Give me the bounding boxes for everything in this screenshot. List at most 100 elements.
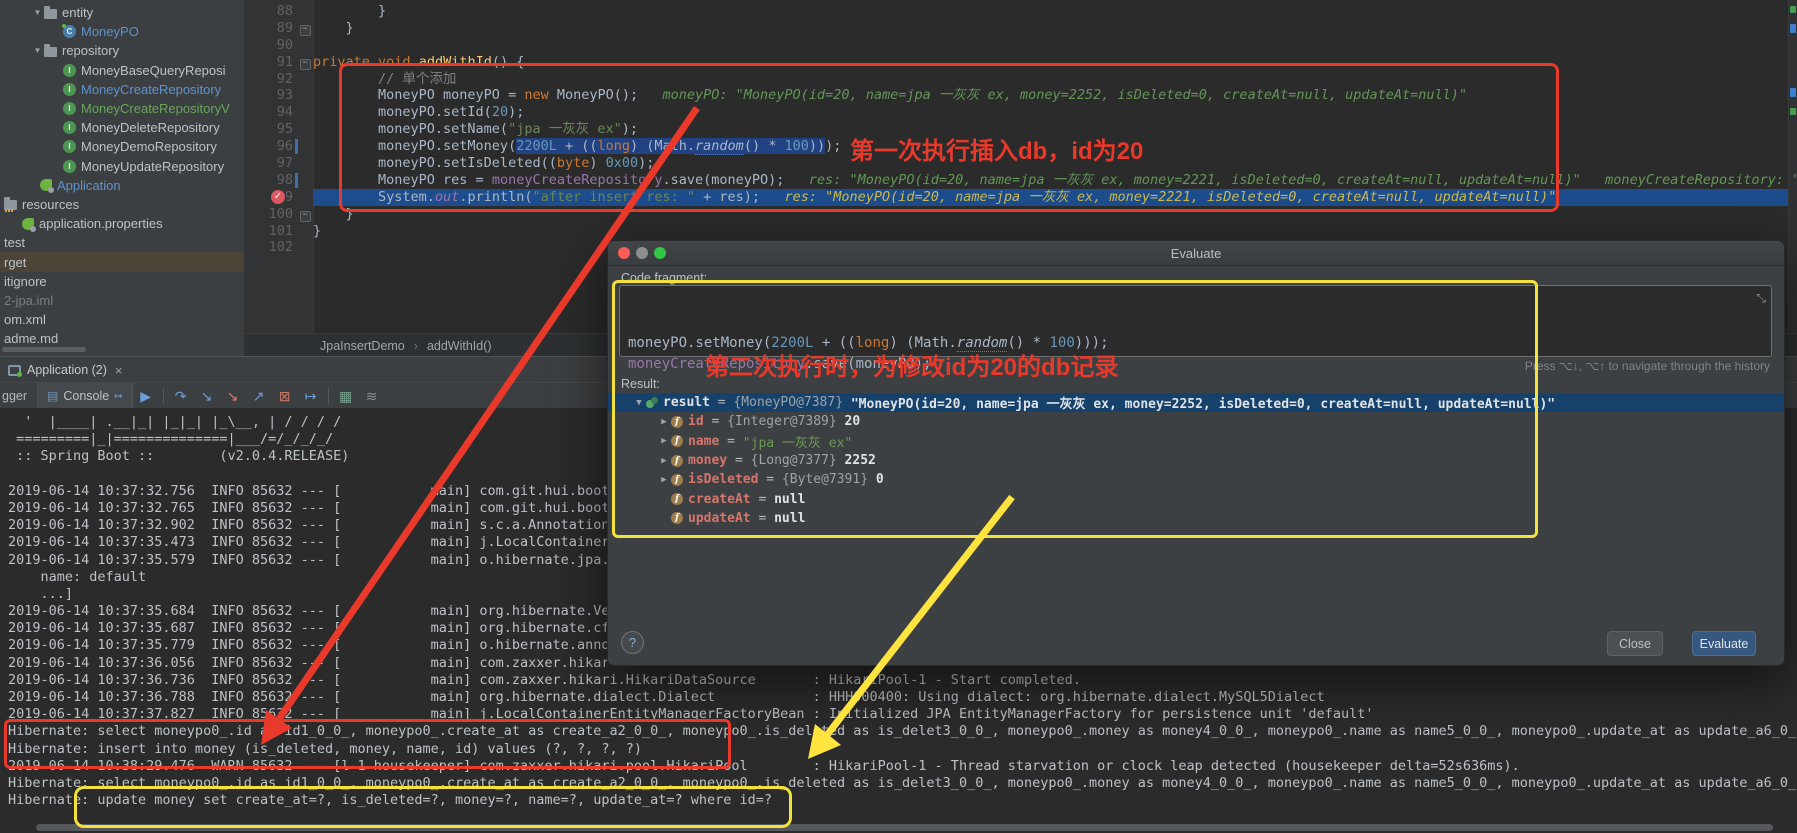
code-line-91[interactable]: 91−private void addWithId() { bbox=[245, 54, 1797, 71]
minimize-window-icon[interactable] bbox=[636, 247, 648, 259]
code-line-94[interactable]: 94 moneyPO.setId(20); bbox=[245, 104, 1797, 121]
step-over-icon[interactable]: ↷ bbox=[168, 388, 194, 405]
code-line-90[interactable]: 90 bbox=[245, 37, 1797, 54]
tree-item-moneybasequeryreposi[interactable]: IMoneyBaseQueryReposi bbox=[0, 61, 244, 80]
evaluate-button[interactable]: Evaluate bbox=[1692, 631, 1756, 656]
code-line-96[interactable]: 96 moneyPO.setMoney(2200L + ((long) (Mat… bbox=[245, 138, 1797, 155]
fold-icon[interactable]: − bbox=[300, 59, 311, 70]
project-tree-hscrollbar[interactable] bbox=[2, 347, 86, 352]
tree-item-om-xml[interactable]: om.xml bbox=[0, 310, 244, 329]
tab-debugger-partial[interactable]: gger bbox=[0, 389, 37, 403]
result-tree[interactable]: ▼result = {MoneyPO@7387} "MoneyPO(id=20,… bbox=[608, 393, 1784, 528]
dialog-titlebar: Evaluate bbox=[608, 241, 1784, 266]
project-tree-panel[interactable]: ▼entityCMoneyPO▼repositoryIMoneyBaseQuer… bbox=[0, 0, 245, 356]
tree-item-label: MoneyCreateRepositoryV bbox=[81, 101, 230, 116]
console-line: Hibernate: insert into money (is_deleted… bbox=[8, 741, 1797, 758]
close-window-icon[interactable] bbox=[618, 247, 630, 259]
tree-item-repository[interactable]: ▼repository bbox=[0, 41, 244, 60]
tab-application[interactable]: Application (2) × bbox=[0, 357, 133, 383]
tree-item-label: resources bbox=[22, 197, 79, 212]
tree-item-entity[interactable]: ▼entity bbox=[0, 3, 244, 22]
expand-arrow-icon[interactable]: ▼ bbox=[31, 46, 44, 55]
result-tree-row[interactable]: ▶fname = "jpa 一灰灰 ex" bbox=[608, 432, 1784, 451]
expand-arrow-icon[interactable]: ▶ bbox=[657, 436, 671, 446]
code-line-92[interactable]: 92 // 单个添加 bbox=[245, 71, 1797, 88]
code-line-89[interactable]: 89− } bbox=[245, 20, 1797, 37]
tree-item-moneydemorepository[interactable]: IMoneyDemoRepository bbox=[0, 137, 244, 156]
tree-item-2-jpa-iml[interactable]: 2-jpa.iml bbox=[0, 291, 244, 310]
fold-icon[interactable]: − bbox=[300, 25, 311, 36]
zoom-window-icon[interactable] bbox=[654, 247, 666, 259]
console-settings-icon[interactable]: ≋ bbox=[359, 388, 385, 405]
tree-item-rget[interactable]: rget bbox=[0, 252, 244, 271]
console-hscrollbar[interactable] bbox=[36, 824, 1773, 831]
spring-icon bbox=[40, 179, 52, 191]
result-tree-row[interactable]: ▶fisDeleted = {Byte@7391} 0 bbox=[608, 470, 1784, 489]
tree-item-adme-md[interactable]: adme.md bbox=[0, 329, 244, 348]
result-tree-row[interactable]: ▼result = {MoneyPO@7387} "MoneyPO(id=20,… bbox=[608, 393, 1784, 412]
tree-item-label: 2-jpa.iml bbox=[4, 293, 53, 308]
result-tree-row[interactable]: fupdateAt = null bbox=[608, 509, 1784, 528]
force-step-into-icon[interactable]: ↘ bbox=[220, 388, 246, 405]
class-icon: C bbox=[63, 25, 76, 38]
tree-item-moneycreaterepository[interactable]: IMoneyCreateRepository bbox=[0, 80, 244, 99]
tree-item-label: itignore bbox=[4, 274, 47, 289]
tree-item-application[interactable]: Application bbox=[0, 176, 244, 195]
code-line-88[interactable]: 88 } bbox=[245, 3, 1797, 20]
breakpoint-hit-icon[interactable]: ✓ bbox=[271, 190, 285, 204]
fold-icon[interactable]: − bbox=[300, 211, 311, 222]
tree-item-moneycreaterepositoryv[interactable]: I MoneyCreateRepositoryV bbox=[0, 99, 244, 118]
error-stripe-mark[interactable] bbox=[1790, 6, 1796, 13]
result-tree-row[interactable]: fcreateAt = null bbox=[608, 489, 1784, 508]
code-line-98[interactable]: 98 MoneyPO res = moneyCreateRepository.s… bbox=[245, 172, 1797, 189]
tab-console[interactable]: ▤ Console ↦ bbox=[37, 383, 133, 409]
tree-item-resources[interactable]: resources bbox=[0, 195, 244, 214]
tree-item-moneyupdaterepository[interactable]: IMoneyUpdateRepository bbox=[0, 157, 244, 176]
step-into-icon[interactable]: ↘ bbox=[194, 388, 220, 405]
expand-arrow-icon[interactable]: ▼ bbox=[632, 398, 646, 408]
tree-item-itignore[interactable]: itignore bbox=[0, 272, 244, 291]
close-tab-icon[interactable]: × bbox=[115, 363, 123, 378]
step-out-icon[interactable]: ↗ bbox=[246, 388, 272, 405]
expand-arrow-icon[interactable]: ▶ bbox=[657, 475, 671, 485]
result-tree-row[interactable]: ▶fmoney = {Long@7377} 2252 bbox=[608, 451, 1784, 470]
error-stripe-mark[interactable] bbox=[1790, 24, 1796, 33]
expand-arrow-icon[interactable]: ▶ bbox=[657, 456, 671, 466]
evaluate-expression-icon[interactable]: ▦ bbox=[333, 388, 359, 405]
collapse-expand-icon[interactable]: ⤡ bbox=[1756, 288, 1766, 309]
editor-error-stripe[interactable] bbox=[1788, 0, 1797, 333]
tree-item-moneypo[interactable]: CMoneyPO bbox=[0, 22, 244, 41]
console-line: 2019-06-14 10:37:36.736 INFO 85632 --- [… bbox=[8, 672, 1797, 689]
help-button[interactable]: ? bbox=[621, 631, 644, 654]
console-line: Hibernate: select moneypo0_.id as id1_0_… bbox=[8, 775, 1797, 792]
tree-item-application-properties[interactable]: application.properties bbox=[0, 214, 244, 233]
show-execution-point-icon[interactable]: ▶ bbox=[133, 388, 159, 405]
run-to-cursor-icon[interactable]: ↦ bbox=[298, 388, 324, 405]
dialog-title: Evaluate bbox=[1171, 246, 1222, 261]
code-line-93[interactable]: 93 MoneyPO moneyPO = new MoneyPO(); mone… bbox=[245, 87, 1797, 104]
close-button[interactable]: Close bbox=[1607, 631, 1663, 656]
breadcrumb-class[interactable]: JpaInsertDemo bbox=[320, 339, 405, 353]
breadcrumb-separator: › bbox=[414, 339, 418, 353]
expand-arrow-icon[interactable]: ▶ bbox=[657, 417, 671, 427]
result-tree-row[interactable]: ▶fid = {Integer@7389} 20 bbox=[608, 412, 1784, 431]
code-fragment-label: Code fragment: bbox=[621, 271, 707, 285]
tree-item-moneydeleterepository[interactable]: IMoneyDeleteRepository bbox=[0, 118, 244, 137]
folder-res-icon bbox=[4, 200, 17, 210]
breadcrumb-method[interactable]: addWithId() bbox=[427, 339, 492, 353]
tree-item-test[interactable]: test bbox=[0, 233, 244, 252]
error-stripe-mark[interactable] bbox=[1790, 88, 1796, 97]
code-line-100[interactable]: 100− } bbox=[245, 206, 1797, 223]
scroll-to-end-icon[interactable]: ↦ bbox=[114, 391, 122, 402]
code-line-101[interactable]: 101} bbox=[245, 223, 1797, 240]
code-line-95[interactable]: 95 moneyPO.setName("jpa 一灰灰 ex"); bbox=[245, 121, 1797, 138]
code-line-97[interactable]: 97 moneyPO.setIsDeleted((byte) 0x00); bbox=[245, 155, 1797, 172]
error-stripe-mark[interactable] bbox=[1790, 108, 1796, 115]
code-line-99[interactable]: 99 System.out.println("after insert res:… bbox=[245, 189, 1797, 206]
field-icon: f bbox=[671, 474, 683, 486]
code-fragment-editor[interactable]: moneyPO.setMoney(2200L + ((long) (Math.r… bbox=[619, 285, 1772, 357]
console-line: Hibernate: update money set create_at=?,… bbox=[8, 792, 1797, 809]
interface-icon: I bbox=[63, 102, 76, 115]
drop-frame-icon[interactable]: ⊠ bbox=[272, 388, 298, 405]
expand-arrow-icon[interactable]: ▼ bbox=[31, 8, 44, 17]
